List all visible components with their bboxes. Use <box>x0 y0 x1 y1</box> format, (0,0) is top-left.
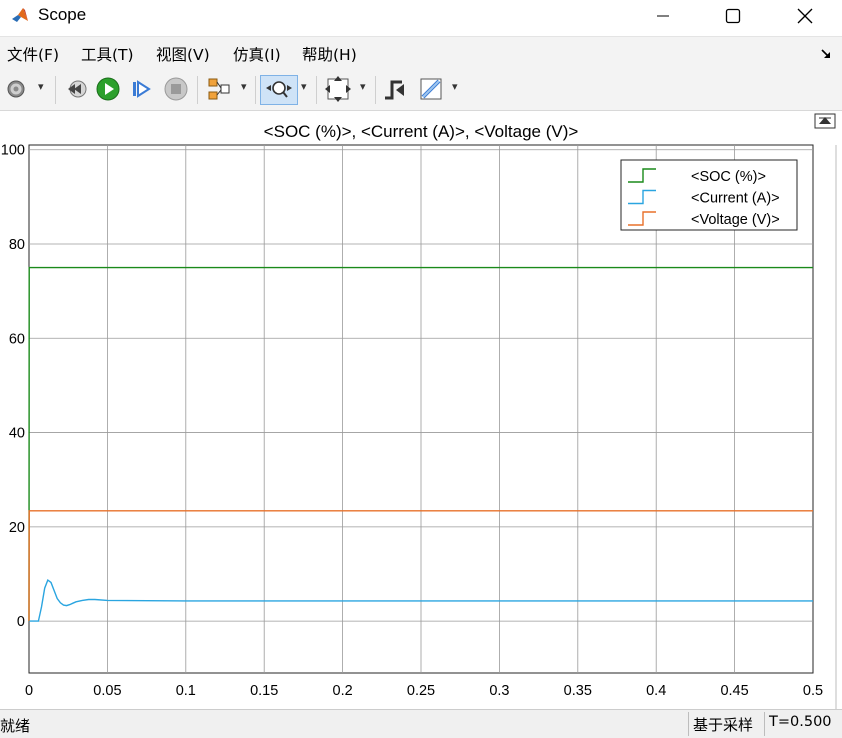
signal-select-icon <box>208 78 230 100</box>
signal-select-dropdown-arrow[interactable]: ▾ <box>241 80 247 93</box>
autoscale-dropdown-arrow[interactable]: ▾ <box>360 80 366 93</box>
y-tick-label: 100 <box>1 143 25 159</box>
chart-title: <SOC (%)>, <Current (A)>, <Voltage (V)> <box>264 122 579 141</box>
plot-area: <SOC (%)>, <Current (A)>, <Voltage (V)> … <box>0 111 842 709</box>
triggers-icon <box>385 80 404 100</box>
time-text: T=0.500 <box>769 714 832 730</box>
minimize-icon <box>657 15 669 17</box>
x-tick-label: 0 <box>25 683 33 699</box>
status-ready-text: 就绪 <box>0 717 31 735</box>
restore-plot-button[interactable] <box>814 113 836 129</box>
y-tick-label: 0 <box>17 614 25 630</box>
menu-file[interactable]: 文件(F) <box>7 43 59 65</box>
maximize-button[interactable] <box>708 0 758 32</box>
toolbar: ▾ ▾ ▾ ▾ ▾ <box>0 70 842 111</box>
toolbar-separator <box>255 76 256 104</box>
sample-mode-text: 基于采样 <box>693 716 754 734</box>
menu-help[interactable]: 帮助(H) <box>302 43 357 65</box>
menu-simulation[interactable]: 仿真(I) <box>233 43 281 65</box>
run-icon <box>96 77 120 101</box>
scope-plot[interactable]: <SOC (%)>, <Current (A)>, <Voltage (V)> … <box>0 111 842 709</box>
close-icon <box>797 8 813 24</box>
autoscale-button[interactable] <box>322 75 354 103</box>
x-tick-label: 0.5 <box>803 683 823 699</box>
status-bar: 就绪 基于采样 T=0.500 <box>0 709 842 738</box>
stop-button[interactable] <box>162 75 190 103</box>
maximize-icon <box>725 8 741 24</box>
toolbar-separator <box>197 76 198 104</box>
step-back-button[interactable] <box>62 75 90 103</box>
zoom-dropdown-arrow[interactable]: ▾ <box>301 80 307 93</box>
autoscale-icon <box>325 76 351 102</box>
settings-button[interactable] <box>4 75 28 103</box>
legend-label-2: <Voltage (V)> <box>691 212 780 228</box>
y-tick-label: 80 <box>9 237 25 253</box>
step-forward-icon <box>133 80 151 98</box>
cursor-measure-button[interactable] <box>416 75 446 103</box>
legend[interactable]: <SOC (%)> <Current (A)> <Voltage (V)> <box>620 159 798 231</box>
x-tick-label: 0.3 <box>489 683 509 699</box>
toolbar-separator <box>55 76 56 104</box>
step-forward-button[interactable] <box>128 75 156 103</box>
legend-label-1: <Current (A)> <box>691 191 780 207</box>
x-tick-label: 0.15 <box>250 683 278 699</box>
zoom-icon <box>266 81 292 98</box>
toolbar-separator <box>375 76 376 104</box>
sample-mode-cell: 基于采样 <box>688 712 763 736</box>
x-tick-label: 0.1 <box>176 683 196 699</box>
cursor-measure-icon <box>420 78 442 100</box>
close-button[interactable] <box>780 0 830 32</box>
menu-view[interactable]: 视图(V) <box>156 43 210 65</box>
title-bar: Scope <box>0 0 842 32</box>
minimize-button[interactable] <box>638 0 688 32</box>
y-tick-label: 40 <box>9 426 25 442</box>
x-tick-label: 0.4 <box>646 683 666 699</box>
measure-dropdown-arrow[interactable]: ▾ <box>452 80 458 93</box>
signal-select-button[interactable] <box>204 75 234 103</box>
menu-bar: 文件(F) 工具(T) 视图(V) 仿真(I) 帮助(H) <box>0 36 842 71</box>
zoom-button[interactable] <box>260 75 298 105</box>
step-back-icon <box>68 80 87 98</box>
x-tick-label: 0.25 <box>407 683 435 699</box>
menu-tools[interactable]: 工具(T) <box>81 43 134 65</box>
x-tick-label: 0.05 <box>93 683 121 699</box>
window-title: Scope <box>38 5 87 24</box>
x-tick-label: 0.2 <box>333 683 353 699</box>
stop-icon <box>164 77 188 101</box>
time-cell: T=0.500 <box>764 712 841 736</box>
gear-icon <box>7 80 25 98</box>
run-button[interactable] <box>94 75 122 103</box>
x-tick-label: 0.45 <box>720 683 748 699</box>
toolbar-separator <box>316 76 317 104</box>
legend-label-0: <SOC (%)> <box>691 169 766 185</box>
y-tick-label: 60 <box>9 331 25 347</box>
x-tick-label: 0.35 <box>564 683 592 699</box>
y-tick-label: 20 <box>9 520 25 536</box>
dock-arrow-icon[interactable] <box>820 48 832 60</box>
settings-dropdown-arrow[interactable]: ▾ <box>38 80 44 93</box>
matlab-logo-icon <box>10 6 30 26</box>
triggers-button[interactable] <box>380 75 410 103</box>
